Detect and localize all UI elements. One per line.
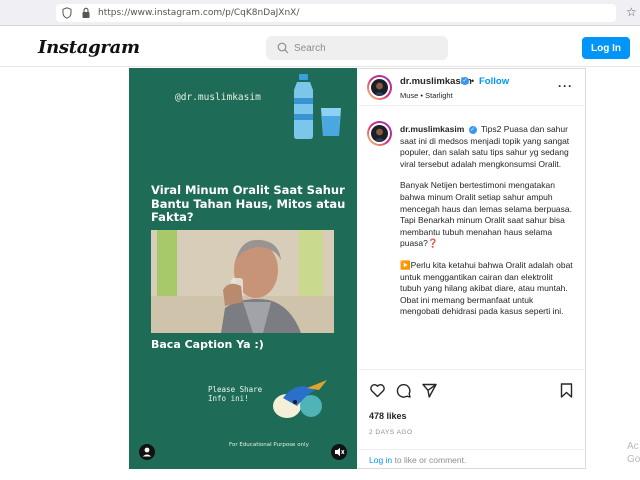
media-headline: Viral Minum Oralit Saat Sahur Bantu Taha… (151, 183, 346, 224)
login-link[interactable]: Log in (369, 455, 392, 465)
likes-count[interactable]: 478 likes (369, 411, 407, 421)
watermark-line-2: Go (627, 454, 640, 465)
caption-paragraph-4: ▶️Perlu kita ketahui bahwa Oralit adalah… (400, 259, 573, 317)
search-input[interactable] (294, 36, 444, 60)
bird-illustration (273, 380, 327, 418)
site-header: Instagram Log In (0, 27, 640, 67)
dot-separator: • (471, 76, 475, 86)
more-options-icon[interactable]: ··· (558, 79, 573, 93)
avatar[interactable] (367, 75, 392, 100)
browser-toolbar: https://www.instagram.com/p/CqK8nDaJXnX/… (0, 0, 640, 26)
caption-paragraph-3: Tapi Benarkah minum Oralit saat sahur bi… (400, 215, 565, 249)
water-bottle-illustration (294, 74, 341, 139)
shield-icon[interactable] (62, 7, 72, 19)
action-bar: 478 likes 2 DAYS AGO (358, 369, 586, 449)
share-line-2: Info ini! (208, 394, 249, 403)
caption-verified-badge-icon: ✓ (468, 125, 477, 134)
media-handle-text: @dr.muslimkasim (175, 92, 261, 103)
url-text[interactable]: https://www.instagram.com/p/CqK8nDaJXnX/ (98, 8, 299, 18)
windows-activation-watermark: Ac Go (627, 440, 640, 466)
avatar-photo (371, 79, 388, 96)
share-line-1: Please Share (208, 385, 263, 394)
bookmark-star-icon[interactable]: ☆ (626, 5, 637, 19)
media-share-text: Please Share Info ini! (208, 385, 262, 403)
music-label[interactable]: Muse • Starlight (400, 91, 453, 100)
caption-avatar-photo (371, 125, 388, 142)
caption-avatar[interactable] (367, 121, 392, 146)
audio-mute-icon[interactable] (331, 444, 347, 460)
caption-username[interactable]: dr.muslimkasim (400, 124, 464, 134)
follow-button[interactable]: Follow (479, 76, 509, 87)
post-header: dr.muslimkasim ✓ • Follow Muse • Starlig… (358, 69, 586, 106)
post-timestamp[interactable]: 2 DAYS AGO (369, 429, 413, 436)
man-drinking-photo (151, 230, 334, 333)
search-box[interactable] (266, 36, 448, 60)
like-heart-icon[interactable] (369, 382, 386, 399)
post-media[interactable]: @dr.muslimkasim Viral Minum Oralit Saat … (129, 68, 357, 469)
login-prompt: Log in to like or comment. (358, 449, 586, 470)
post-side-panel: dr.muslimkasim ✓ • Follow Muse • Starlig… (358, 68, 586, 469)
lock-icon[interactable] (81, 7, 91, 19)
share-send-icon[interactable] (421, 382, 438, 399)
verified-badge-icon: ✓ (461, 77, 469, 85)
login-button[interactable]: Log In (582, 37, 630, 59)
media-caption-cta: Baca Caption Ya :) (151, 338, 264, 351)
media-edu-note: For Educational Purpose only (229, 442, 309, 448)
watermark-line-1: Ac (627, 441, 639, 452)
bookmark-save-icon[interactable] (558, 382, 575, 399)
login-prompt-suffix: to like or comment. (392, 455, 467, 465)
user-tag-icon[interactable] (139, 444, 155, 460)
search-icon (277, 42, 289, 54)
caption-text: dr.muslimkasim ✓ Tips2 Puasa dan sahur s… (400, 124, 574, 318)
caption-paragraph-2: Banyak Netijen bertestimoni mengatakan b… (400, 180, 572, 214)
comment-icon[interactable] (395, 382, 412, 399)
instagram-logo[interactable]: Instagram (38, 37, 140, 58)
